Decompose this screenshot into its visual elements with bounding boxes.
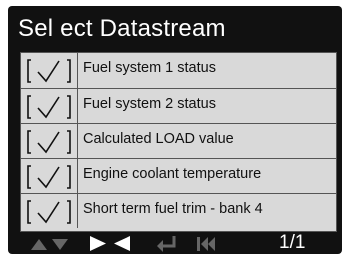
column-divider: [77, 124, 78, 158]
scan-tool-screen: Sel ect Datastream Fuel system 1 status …: [8, 6, 342, 254]
list-item-label: Calculated LOAD value: [83, 131, 234, 147]
up-down-arrows-icon[interactable]: [30, 237, 72, 251]
list-item[interactable]: Fuel system 2 status: [21, 88, 336, 123]
footer-bar: 1/1: [8, 232, 342, 254]
list-item[interactable]: Calculated LOAD value: [21, 123, 336, 158]
checkbox-checked-icon[interactable]: [25, 163, 73, 191]
column-divider: [77, 89, 78, 123]
page-indicator: 1/1: [279, 232, 306, 253]
skip-back-icon[interactable]: [196, 236, 216, 252]
checkbox-checked-icon[interactable]: [25, 93, 73, 121]
checkbox-checked-icon[interactable]: [25, 57, 73, 85]
list-item-label: Short term fuel trim - bank 4: [83, 201, 263, 217]
column-divider: [77, 53, 78, 88]
checkbox-checked-icon[interactable]: [25, 198, 73, 226]
datastream-list: Fuel system 1 status Fuel system 2 statu…: [20, 52, 337, 232]
list-item-label: Engine coolant temperature: [83, 166, 262, 182]
page-title: Sel ect Datastream: [18, 15, 226, 42]
return-icon[interactable]: [156, 235, 178, 253]
list-item-label: Fuel system 1 status: [83, 60, 216, 76]
select-arrows-icon[interactable]: [88, 235, 132, 252]
list-item-label: Fuel system 2 status: [83, 96, 216, 112]
list-item[interactable]: Fuel system 1 status: [21, 53, 336, 88]
list-item[interactable]: Engine coolant temperature: [21, 158, 336, 193]
checkbox-checked-icon[interactable]: [25, 128, 73, 156]
list-item[interactable]: Short term fuel trim - bank 4: [21, 193, 336, 228]
column-divider: [77, 194, 78, 228]
column-divider: [77, 159, 78, 193]
